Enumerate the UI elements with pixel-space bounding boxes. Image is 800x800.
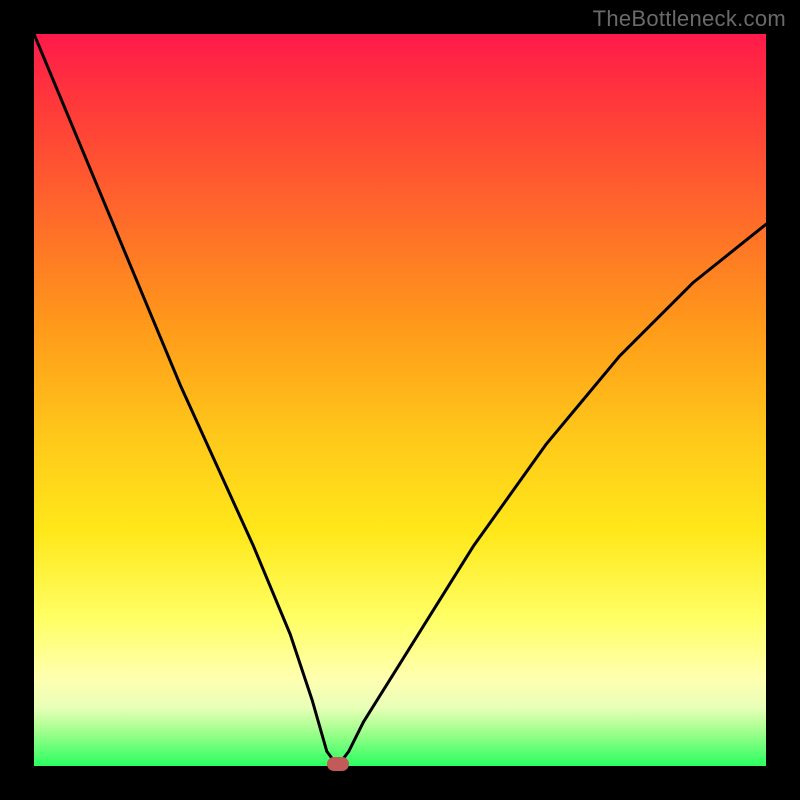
plot-area <box>34 34 766 766</box>
bottleneck-curve <box>34 34 766 766</box>
optimal-marker <box>327 757 349 771</box>
watermark-text: TheBottleneck.com <box>593 6 786 32</box>
chart-frame: TheBottleneck.com <box>0 0 800 800</box>
